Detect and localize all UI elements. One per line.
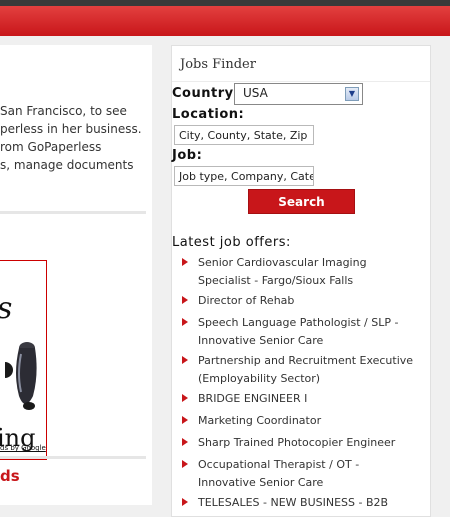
article-line: rom GoPaperless xyxy=(0,140,102,154)
job-offer-item[interactable]: TELESALES - NEW BUSINESS - B2B xyxy=(182,494,418,512)
jobs-finder-title: Jobs Finder xyxy=(180,57,256,72)
bullet-arrow-icon xyxy=(182,394,188,402)
bullet-arrow-icon xyxy=(182,258,188,266)
job-label: Job: xyxy=(172,148,203,163)
job-offer-link[interactable]: Sharp Trained Photocopier Engineer xyxy=(186,434,418,452)
ad-text-fragment: s xyxy=(0,291,12,326)
country-label: Country: xyxy=(172,86,240,101)
job-offer-link[interactable]: Occupational Therapist / OT - Innovative… xyxy=(186,456,418,492)
country-select-value: USA xyxy=(243,86,268,100)
job-offer-item[interactable]: Senior Cardiovascular Imaging Specialist… xyxy=(182,254,418,290)
job-offer-item[interactable]: Director of Rehab xyxy=(182,292,418,310)
divider xyxy=(0,211,146,214)
country-select[interactable]: USA ▼ xyxy=(234,83,363,105)
chevron-down-icon[interactable]: ▼ xyxy=(345,87,359,101)
ads-by-google-link[interactable]: ds by Google xyxy=(0,444,46,452)
job-offer-link[interactable]: BRIDGE ENGINEER I xyxy=(186,390,418,408)
location-input[interactable]: City, County, State, Zip xyxy=(174,125,314,145)
job-offer-link[interactable]: Senior Cardiovascular Imaging Specialist… xyxy=(186,254,418,290)
bullet-arrow-icon xyxy=(182,296,188,304)
divider xyxy=(0,456,146,459)
advertisement-banner[interactable]: s ing xyxy=(0,260,47,460)
job-offer-item[interactable]: BRIDGE ENGINEER I xyxy=(182,390,418,408)
article-line: perless in her business. xyxy=(0,122,142,136)
job-offer-item[interactable]: Sharp Trained Photocopier Engineer xyxy=(182,434,418,452)
bullet-arrow-icon xyxy=(182,460,188,468)
job-offer-link[interactable]: Partnership and Recruitment Executive (E… xyxy=(186,352,418,388)
job-offer-link[interactable]: Speech Language Pathologist / SLP - Inno… xyxy=(186,314,418,350)
job-offer-item[interactable]: Speech Language Pathologist / SLP - Inno… xyxy=(182,314,418,350)
header-red-bar xyxy=(0,6,450,36)
job-offer-item[interactable]: Marketing Coordinator xyxy=(182,412,418,430)
article-line: San Francisco, to see xyxy=(0,104,127,118)
search-button[interactable]: Search xyxy=(248,189,355,214)
job-offer-link[interactable]: Marketing Coordinator xyxy=(186,412,418,430)
latest-job-offers-title: Latest job offers: xyxy=(172,235,291,250)
bullet-arrow-icon xyxy=(182,318,188,326)
job-offer-item[interactable]: Occupational Therapist / OT - Innovative… xyxy=(182,456,418,492)
bullet-arrow-icon xyxy=(182,438,188,446)
job-offer-link[interactable]: TELESALES - NEW BUSINESS - B2B xyxy=(186,494,418,512)
divider xyxy=(172,81,430,82)
job-input[interactable]: Job type, Company, Cate xyxy=(174,166,314,186)
bullet-arrow-icon xyxy=(182,416,188,424)
section-heading-fragment: ds xyxy=(0,467,20,485)
job-offer-link[interactable]: Director of Rehab xyxy=(186,292,418,310)
location-label: Location: xyxy=(172,107,245,122)
article-line: s, manage documents xyxy=(0,158,134,172)
left-content-column: San Francisco, to see perless in her bus… xyxy=(0,45,152,505)
bullet-arrow-icon xyxy=(182,356,188,364)
jobs-finder-panel: Jobs Finder Country: USA ▼ Location: Cit… xyxy=(171,45,431,517)
game-controller-image xyxy=(5,342,37,410)
job-offer-item[interactable]: Partnership and Recruitment Executive (E… xyxy=(182,352,418,388)
article-snippet: San Francisco, to see perless in her bus… xyxy=(0,102,148,174)
